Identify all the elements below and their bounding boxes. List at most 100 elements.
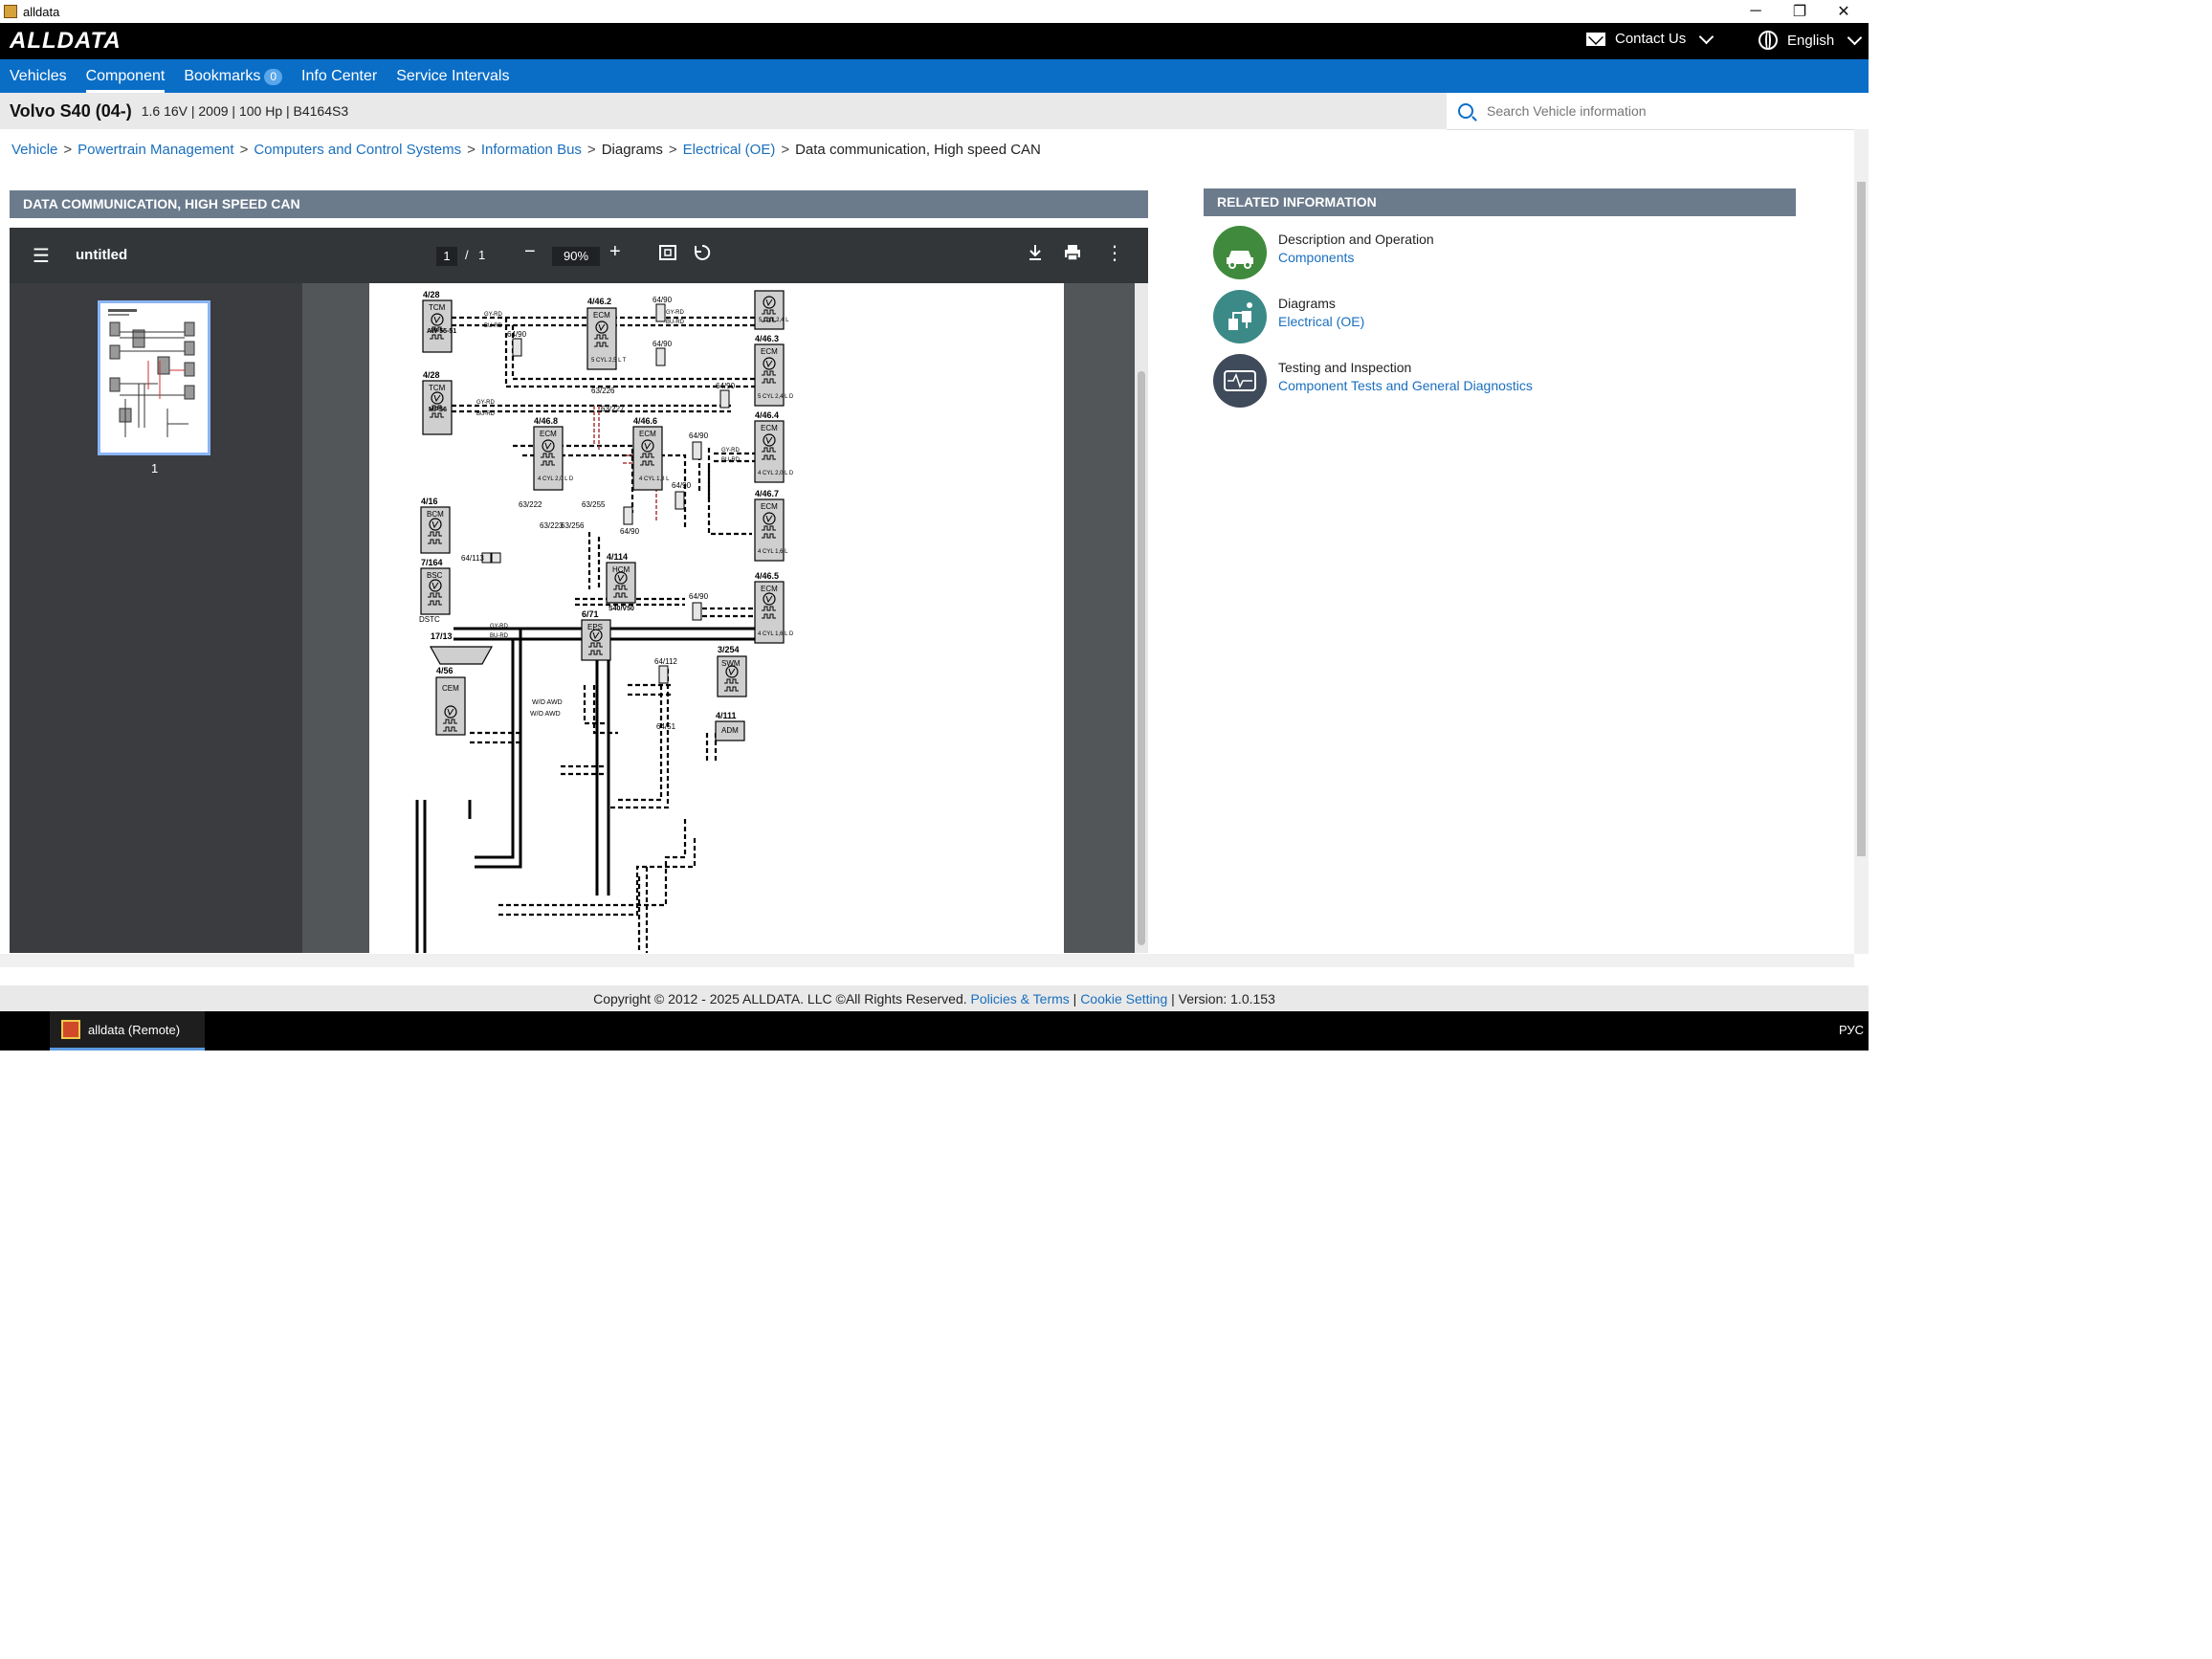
cem-id: 4/56	[436, 666, 453, 675]
cem-name: CEM	[442, 684, 459, 693]
fit-page-icon[interactable]	[658, 243, 677, 268]
input-language-indicator[interactable]: РУС	[1839, 1023, 1864, 1037]
zoom-out-icon[interactable]: −	[524, 241, 536, 263]
nav-info-center[interactable]: Info Center	[292, 59, 387, 93]
menu-icon[interactable]: ☰	[33, 244, 50, 268]
tcm2-sub: MPS6	[429, 407, 447, 413]
breadcrumb: Vehicle > Powertrain Management > Computers …	[11, 142, 1041, 158]
ecm468-name: ECM	[540, 430, 557, 438]
related-link-component-tests[interactable]: Component Tests and General Diagnostics	[1278, 378, 1533, 393]
hcm-name: HCM	[612, 565, 630, 574]
thumbnail-pane: 1	[10, 283, 302, 953]
ecm464-id: 4/46.4	[755, 410, 779, 420]
breadcrumb-computers-control-systems[interactable]: Computers and Control Systems	[254, 142, 461, 158]
ecm462-id: 4/46.2	[587, 297, 611, 306]
conn-64-90-e: 64/90	[689, 431, 709, 440]
cookie-setting-link[interactable]: Cookie Setting	[1080, 991, 1167, 1006]
ecm462-sub: 5 CYL 2,5 L T	[591, 358, 627, 364]
related-title-testing: Testing and Inspection	[1278, 360, 1412, 375]
contact-us-menu[interactable]: Contact Us	[1586, 29, 1714, 47]
zoom-level-input[interactable]: 90%	[552, 247, 600, 266]
ecm463-sub: 5 CYL 2,4 L D	[758, 394, 794, 400]
rotate-icon[interactable]	[693, 243, 712, 268]
nav-service-intervals[interactable]: Service Intervals	[387, 59, 519, 93]
swm-name: SWM	[721, 659, 741, 668]
ecm464-name: ECM	[761, 424, 778, 432]
page-scrollbar[interactable]	[1854, 129, 1869, 954]
nav-vehicles[interactable]: Vehicles	[0, 59, 77, 93]
nav-component[interactable]: Component	[77, 59, 175, 93]
download-icon[interactable]	[1027, 243, 1044, 268]
nav-bookmarks[interactable]: Bookmarks 0	[174, 59, 292, 93]
breadcrumb-vehicle[interactable]: Vehicle	[11, 142, 57, 158]
related-item-description: Description and Operation Components	[1213, 226, 1434, 279]
nav-bookmarks-label: Bookmarks	[184, 68, 261, 84]
oscilloscope-icon	[1213, 354, 1267, 408]
app-icon	[4, 5, 17, 18]
related-title-diagrams: Diagrams	[1278, 296, 1336, 311]
dlc-connector	[429, 646, 494, 665]
close-button[interactable]: ✕	[1822, 0, 1866, 23]
search-input[interactable]	[1485, 102, 1833, 120]
language-menu[interactable]: English	[1759, 30, 1863, 50]
breadcrumb-separator: >	[781, 142, 790, 158]
breadcrumb-separator: >	[586, 142, 596, 158]
footer-separator: |	[1171, 991, 1175, 1006]
more-options-icon[interactable]: ⋮	[1105, 241, 1124, 265]
thumbnail-page-number: 1	[151, 461, 159, 476]
conn-64-51: 64/51	[656, 722, 676, 731]
page-number-input[interactable]: 1	[436, 247, 457, 266]
wire-burd-2: BU-RD	[666, 320, 685, 325]
restore-button[interactable]: ❐	[1778, 0, 1822, 23]
ecm468-sub: 4 CYL 2,0 L D	[538, 476, 574, 482]
horizontal-scrollbar[interactable]	[0, 954, 1854, 967]
chevron-down-icon	[1698, 29, 1714, 44]
ecm467-id: 4/46.7	[755, 489, 779, 498]
pdf-toolbar: ☰ untitled 1 / 1 − 90% + ⋮	[10, 228, 1148, 283]
conn-64-90-b: 64/90	[653, 296, 673, 304]
page-scrollbar-thumb[interactable]	[1857, 182, 1866, 856]
app-icon	[61, 1020, 80, 1039]
breadcrumb-powertrain-management[interactable]: Powertrain Management	[77, 142, 233, 158]
ecm465-id: 4/46.5	[755, 571, 779, 581]
breadcrumb-separator: >	[63, 142, 73, 158]
ecm462-name: ECM	[593, 311, 610, 320]
conn-64-113: 64/113	[461, 554, 484, 563]
page-thumbnail[interactable]	[98, 300, 210, 455]
search-icon[interactable]	[1458, 103, 1473, 119]
wire-burd-3: BU-RD	[476, 411, 496, 417]
document-pane: 4/28 4/28 4/46.2 4/46.3 4/46.8 4/46.6 4/…	[302, 283, 1148, 953]
breadcrumb-information-bus[interactable]: Information Bus	[481, 142, 582, 158]
bcm-name: BCM	[427, 510, 444, 519]
globe-icon	[1759, 31, 1778, 50]
vehicle-name[interactable]: Volvo S40 (04-)	[10, 101, 132, 122]
diagram-icon	[1213, 290, 1267, 343]
related-link-components[interactable]: Components	[1278, 250, 1434, 265]
wire-burd-1: BU-RD	[484, 323, 503, 329]
conn-64-90-d: 64/90	[716, 382, 736, 390]
breadcrumb-electrical-oe[interactable]: Electrical (OE)	[683, 142, 776, 158]
tcm2-name: TCM	[429, 384, 446, 392]
policies-terms-link[interactable]: Policies & Terms	[971, 991, 1070, 1006]
ecm465-name: ECM	[761, 585, 778, 593]
conn-64-112: 64/112	[654, 657, 677, 666]
ecm5cyl-sub: 5 CYL 2,4 L	[759, 318, 789, 323]
ecm466-name: ECM	[639, 430, 656, 438]
related-link-electrical-oe[interactable]: Electrical (OE)	[1278, 314, 1364, 329]
page-total: 1	[478, 248, 486, 262]
zoom-in-icon[interactable]: +	[609, 241, 621, 263]
taskbar-app-alldata[interactable]: alldata (Remote)	[50, 1011, 205, 1051]
tcm1-name: TCM	[429, 303, 446, 312]
related-item-testing: Testing and Inspection Component Tests a…	[1213, 354, 1533, 408]
wire-burd-5: BU-RD	[721, 457, 741, 463]
copyright-text: Copyright © 2012 - 2025 ALLDATA. LLC ©Al…	[593, 991, 967, 1006]
adm-name: ADM	[721, 726, 739, 735]
pdf-viewer: ☰ untitled 1 / 1 − 90% + ⋮ 1 4/28 4/28 4…	[10, 228, 1148, 953]
viewer-scrollbar[interactable]	[1135, 283, 1148, 953]
related-title-description: Description and Operation	[1278, 232, 1434, 247]
minimize-button[interactable]: ─	[1734, 0, 1778, 23]
print-icon[interactable]	[1063, 243, 1082, 268]
viewer-scrollbar-thumb[interactable]	[1138, 371, 1145, 945]
alldata-logo[interactable]: ALLDATA	[10, 28, 122, 55]
hcm-sub: S40/V50	[608, 606, 634, 612]
